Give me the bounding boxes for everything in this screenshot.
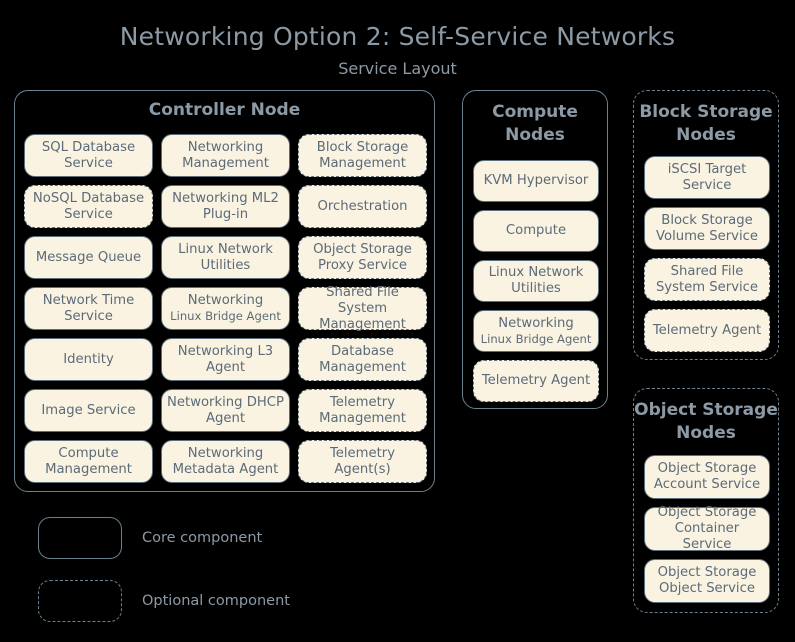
component-chip[interactable]: Networking L3 Agent: [161, 338, 290, 381]
component-chip[interactable]: Shared File System Service: [644, 258, 770, 301]
component-label: Object Storage Container Service: [657, 505, 757, 552]
component-label: Orchestration: [317, 198, 408, 214]
component-chip[interactable]: Networking Linux Bridge Agent: [473, 310, 599, 352]
component-label: Object Storage Proxy Service: [313, 241, 412, 273]
component-label: Networking: [498, 315, 574, 331]
component-chip[interactable]: Networking DHCP Agent: [161, 389, 290, 432]
component-label: Block Storage Volume Service: [656, 212, 758, 244]
component-label: Telemetry Management: [319, 394, 406, 426]
component-chip[interactable]: Shared File System Management: [298, 284, 427, 332]
component-chip[interactable]: Object Storage Account Service: [644, 455, 770, 499]
compute-nodes-container: Compute Nodes KVM Hypervisor Compute Linux…: [462, 90, 608, 409]
component-label: Database Management: [319, 343, 406, 375]
component-chip[interactable]: Telemetry Agent: [473, 360, 599, 402]
block-storage-nodes-title: Block Storage Nodes: [639, 102, 773, 145]
legend-optional-swatch: [38, 580, 122, 622]
component-chip[interactable]: Networking Metadata Agent: [161, 440, 290, 483]
component-label: Compute Management: [45, 445, 132, 477]
compute-nodes-title: Compute Nodes: [492, 102, 578, 145]
legend-core-swatch: [38, 517, 122, 559]
component-label: Networking L3 Agent: [177, 343, 274, 375]
component-chip[interactable]: Linux Network Utilities: [473, 260, 599, 302]
component-sublabel: Linux Bridge Agent: [170, 309, 281, 323]
component-chip[interactable]: Networking Management: [161, 134, 290, 177]
legend-optional-row: Optional component: [38, 580, 290, 622]
component-chip[interactable]: Compute: [473, 210, 599, 252]
component-label: iSCSI Target Service: [667, 161, 747, 193]
component-chip[interactable]: Object Storage Container Service: [644, 505, 770, 552]
legend-core-row: Core component: [38, 517, 262, 559]
controller-node-title: Controller Node: [148, 100, 301, 120]
component-label: Telemetry Agent: [652, 322, 762, 338]
component-label: KVM Hypervisor: [483, 173, 589, 188]
object-storage-nodes-title: Object Storage Nodes: [634, 400, 778, 443]
component-chip[interactable]: Telemetry Agent: [644, 309, 770, 352]
component-label: Networking DHCP Agent: [167, 394, 284, 426]
component-label: Networking ML2 Plug-in: [172, 190, 279, 222]
component-chip[interactable]: Block Storage Management: [298, 134, 427, 177]
component-chip[interactable]: Identity: [24, 338, 153, 381]
component-label: Linux Network Utilities: [488, 265, 584, 296]
diagram-canvas: Networking Option 2: Self-Service Networ…: [0, 0, 795, 642]
component-chip[interactable]: Networking ML2 Plug-in: [161, 185, 290, 228]
legend-optional-label: Optional component: [142, 593, 290, 609]
component-label: Object Storage Account Service: [653, 461, 761, 492]
component-label: Network Time Service: [42, 292, 135, 324]
component-chip[interactable]: Network Time Service: [24, 287, 153, 330]
component-label: Identity: [63, 351, 114, 367]
component-chip[interactable]: SQL Database Service: [24, 134, 153, 177]
controller-component-grid: SQL Database Service Networking Managemen…: [24, 134, 427, 483]
component-chip[interactable]: Linux Network Utilities: [161, 236, 290, 279]
component-label: Networking Management: [182, 139, 269, 171]
component-label: Block Storage Management: [316, 139, 409, 171]
component-chip[interactable]: iSCSI Target Service: [644, 156, 770, 199]
component-label: Networking Metadata Agent: [172, 445, 279, 477]
block-storage-nodes-container: Block Storage Nodes iSCSI Target Service…: [633, 90, 779, 360]
object-storage-nodes-container: Object Storage Nodes Object Storage Acco…: [633, 388, 779, 613]
component-chip[interactable]: NoSQL Database Service: [24, 185, 153, 228]
component-label: Object Storage Object Service: [657, 565, 757, 596]
component-label: Telemetry Agent(s): [329, 445, 396, 477]
component-label: Shared File System Service: [655, 263, 759, 295]
component-chip[interactable]: Networking Linux Bridge Agent: [161, 287, 290, 330]
component-chip[interactable]: Compute Management: [24, 440, 153, 483]
component-chip[interactable]: Orchestration: [298, 185, 427, 228]
component-label: Image Service: [41, 402, 136, 418]
component-chip[interactable]: Database Management: [298, 338, 427, 381]
component-chip[interactable]: Image Service: [24, 389, 153, 432]
component-chip[interactable]: Object Storage Object Service: [644, 559, 770, 603]
component-chip[interactable]: Block Storage Volume Service: [644, 207, 770, 250]
block-storage-component-list: iSCSI Target Service Block Storage Volume…: [644, 156, 770, 352]
page-title: Networking Option 2: Self-Service Networ…: [119, 22, 676, 51]
component-label: Networking: [187, 293, 264, 308]
object-storage-component-list: Object Storage Account Service Object Sto…: [644, 455, 770, 603]
component-chip[interactable]: Message Queue: [24, 236, 153, 279]
component-label: Compute: [505, 223, 567, 238]
legend-core-label: Core component: [142, 530, 263, 546]
component-label: Shared File System Management: [319, 284, 406, 332]
component-chip[interactable]: Telemetry Management: [298, 389, 427, 432]
component-chip[interactable]: Telemetry Agent(s): [298, 440, 427, 483]
controller-node-container: Controller Node SQL Database Service Netw…: [14, 90, 435, 492]
component-chip[interactable]: Object Storage Proxy Service: [298, 236, 427, 279]
component-label: SQL Database Service: [41, 139, 136, 171]
component-label: NoSQL Database Service: [32, 190, 145, 222]
component-sublabel: Linux Bridge Agent: [480, 331, 592, 346]
component-label: Telemetry Agent: [481, 373, 591, 388]
component-label: Linux Network Utilities: [178, 241, 273, 273]
component-chip[interactable]: KVM Hypervisor: [473, 160, 599, 202]
component-label: Message Queue: [35, 249, 142, 265]
compute-component-list: KVM Hypervisor Compute Linux Network Utili…: [473, 160, 599, 402]
page-subtitle: Service Layout: [338, 59, 457, 78]
